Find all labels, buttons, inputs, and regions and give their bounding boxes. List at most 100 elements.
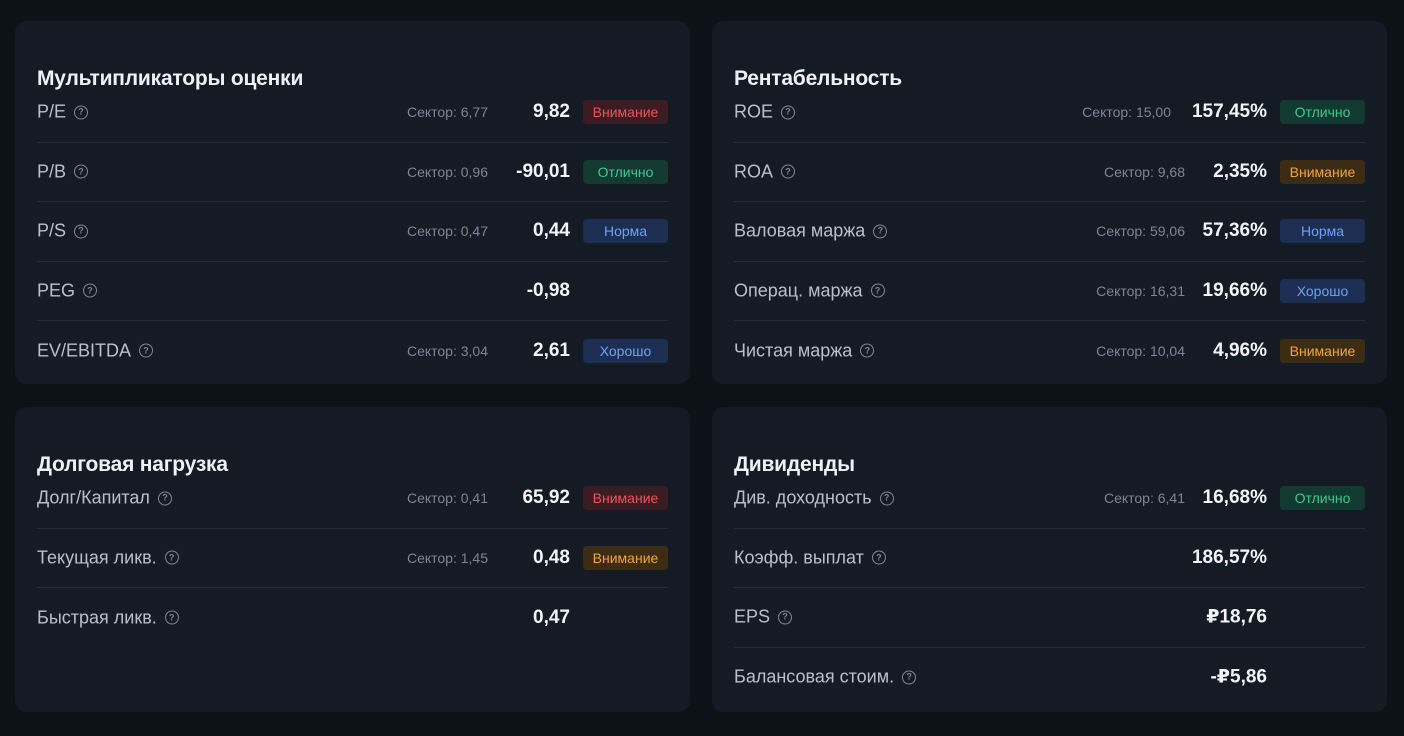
sector-value: Сектор: 0,41 xyxy=(406,490,488,507)
metric-row: Быстрая ликв.? 0,47 xyxy=(37,588,668,648)
metric-label: P/B xyxy=(37,161,67,182)
metric-label: PEG xyxy=(37,280,76,301)
status-badge: Внимание xyxy=(583,545,668,570)
metric-row: Долг/Капитал? Сектор: 0,41 65,92 Внимани… xyxy=(37,469,668,529)
metric-label: P/S xyxy=(37,220,67,241)
metric-row: Валовая маржа? Сектор: 59,06 57,36% Норм… xyxy=(734,202,1365,262)
sector-value: Сектор: 3,04 xyxy=(406,342,488,359)
metric-row: Див. доходность? Сектор: 6,41 16,68% Отл… xyxy=(734,469,1365,529)
metric-row: ROE? Сектор: 15,00 157,45% Отлично xyxy=(734,83,1365,143)
metric-row: PEG? -0,98 xyxy=(37,262,668,321)
metric-value: 0,47 xyxy=(533,606,570,628)
help-icon[interactable]: ? xyxy=(74,224,89,239)
help-icon[interactable]: ? xyxy=(873,224,888,239)
metric-label: Быстрая ликв. xyxy=(37,607,157,628)
metric-row: Балансовая стоим.? -₽5,86 xyxy=(734,648,1365,708)
sector-value: Сектор: 10,04 xyxy=(1096,342,1185,359)
card-profitability: Рентабельность ROE? Сектор: 15,00 157,45… xyxy=(712,21,1387,384)
sector-value: Сектор: 59,06 xyxy=(1096,223,1185,240)
status-badge: Внимание xyxy=(583,100,668,125)
metric-label: P/E xyxy=(37,101,67,122)
help-icon[interactable]: ? xyxy=(781,164,796,179)
help-icon[interactable]: ? xyxy=(139,343,154,358)
sector-value: Сектор: 9,68 xyxy=(1103,163,1185,180)
sector-value: Сектор: 6,41 xyxy=(1103,490,1185,507)
metric-row: Операц. маржа? Сектор: 16,31 19,66% Хоро… xyxy=(734,262,1365,321)
metric-row: P/S? Сектор: 0,47 0,44 Норма xyxy=(37,202,668,262)
help-icon[interactable]: ? xyxy=(157,491,172,506)
metric-value: 2,35% xyxy=(1213,160,1267,182)
status-badge: Хорошо xyxy=(1280,278,1365,303)
metric-label: EPS xyxy=(734,606,771,627)
sector-value: Сектор: 0,96 xyxy=(406,163,488,180)
sector-value: Сектор: 1,45 xyxy=(406,549,488,566)
card-valuation: Мультипликаторы оценки P/E? Сектор: 6,77… xyxy=(15,21,690,384)
help-icon[interactable]: ? xyxy=(164,550,179,565)
status-badge: Внимание xyxy=(1280,159,1365,184)
metric-row: P/E? Сектор: 6,77 9,82 Внимание xyxy=(37,83,668,143)
metric-list: P/E? Сектор: 6,77 9,82 Внимание P/B? Сек… xyxy=(37,83,668,381)
sector-value: Сектор: 0,47 xyxy=(406,223,488,240)
metric-row: ROA? Сектор: 9,68 2,35% Внимание xyxy=(734,143,1365,202)
metric-row: EPS? ₽18,76 xyxy=(734,588,1365,648)
help-icon[interactable]: ? xyxy=(902,670,917,685)
metric-value: 19,66% xyxy=(1202,279,1267,301)
metric-label: Коэфф. выплат xyxy=(734,547,864,568)
help-icon[interactable]: ? xyxy=(74,105,89,120)
metric-list: ROE? Сектор: 15,00 157,45% Отлично ROA? … xyxy=(734,83,1365,381)
metric-row: P/B? Сектор: 0,96 -90,01 Отлично xyxy=(37,143,668,202)
help-icon[interactable]: ? xyxy=(870,283,885,298)
metric-value: -0,98 xyxy=(526,279,570,301)
sector-value: Сектор: 15,00 xyxy=(1082,104,1171,121)
help-icon[interactable]: ? xyxy=(83,283,98,298)
metric-value: ₽18,76 xyxy=(1206,606,1267,628)
card-dividends: Дивиденды Див. доходность? Сектор: 6,41 … xyxy=(712,407,1387,712)
metric-label: Текущая ликв. xyxy=(37,547,157,568)
metric-value: 186,57% xyxy=(1191,546,1267,568)
metric-value: 65,92 xyxy=(522,487,570,509)
status-badge: Отлично xyxy=(1280,100,1365,125)
metric-value: 0,44 xyxy=(533,220,570,242)
help-icon[interactable]: ? xyxy=(871,550,886,565)
status-badge: Отлично xyxy=(583,159,668,184)
sector-value: Сектор: 16,31 xyxy=(1096,282,1185,299)
metric-label: Див. доходность xyxy=(734,487,872,508)
help-icon[interactable]: ? xyxy=(74,164,89,179)
metric-row: EV/EBITDA? Сектор: 3,04 2,61 Хорошо xyxy=(37,321,668,381)
metric-label: EV/EBITDA xyxy=(37,340,132,361)
metric-label: Валовая маржа xyxy=(734,220,866,241)
metric-label: Операц. маржа xyxy=(734,280,863,301)
metric-value: 0,48 xyxy=(533,546,570,568)
card-debt-load: Долговая нагрузка Долг/Капитал? Сектор: … xyxy=(15,407,690,712)
status-badge: Норма xyxy=(583,219,668,244)
metric-label: ROA xyxy=(734,161,774,182)
metric-label: Балансовая стоим. xyxy=(734,666,895,687)
metric-row: Коэфф. выплат? 186,57% xyxy=(734,529,1365,588)
metric-value: 16,68% xyxy=(1202,487,1267,509)
help-icon[interactable]: ? xyxy=(164,610,179,625)
metric-value: 9,82 xyxy=(533,101,570,123)
metric-value: 2,61 xyxy=(533,339,570,361)
metric-value: -90,01 xyxy=(516,160,570,182)
help-icon[interactable]: ? xyxy=(781,105,796,120)
metric-list: Див. доходность? Сектор: 6,41 16,68% Отл… xyxy=(734,469,1365,707)
metric-value: 157,45% xyxy=(1191,101,1267,123)
metric-label: Долг/Капитал xyxy=(37,487,150,508)
metric-value: -₽5,86 xyxy=(1210,666,1267,688)
metrics-dashboard: Мультипликаторы оценки P/E? Сектор: 6,77… xyxy=(0,0,1404,736)
metric-label: Чистая маржа xyxy=(734,340,853,361)
status-badge: Хорошо xyxy=(583,338,668,363)
status-badge: Норма xyxy=(1280,219,1365,244)
help-icon[interactable]: ? xyxy=(879,491,894,506)
help-icon[interactable]: ? xyxy=(860,343,875,358)
metric-label: ROE xyxy=(734,101,774,122)
status-badge: Внимание xyxy=(583,486,668,511)
metric-value: 4,96% xyxy=(1213,339,1267,361)
status-badge: Внимание xyxy=(1280,338,1365,363)
sector-value: Сектор: 6,77 xyxy=(406,104,488,121)
metric-row: Текущая ликв.? Сектор: 1,45 0,48 Внимани… xyxy=(37,529,668,588)
status-badge: Отлично xyxy=(1280,486,1365,511)
help-icon[interactable]: ? xyxy=(778,610,793,625)
metric-list: Долг/Капитал? Сектор: 0,41 65,92 Внимани… xyxy=(37,469,668,648)
metric-value: 57,36% xyxy=(1202,220,1267,242)
